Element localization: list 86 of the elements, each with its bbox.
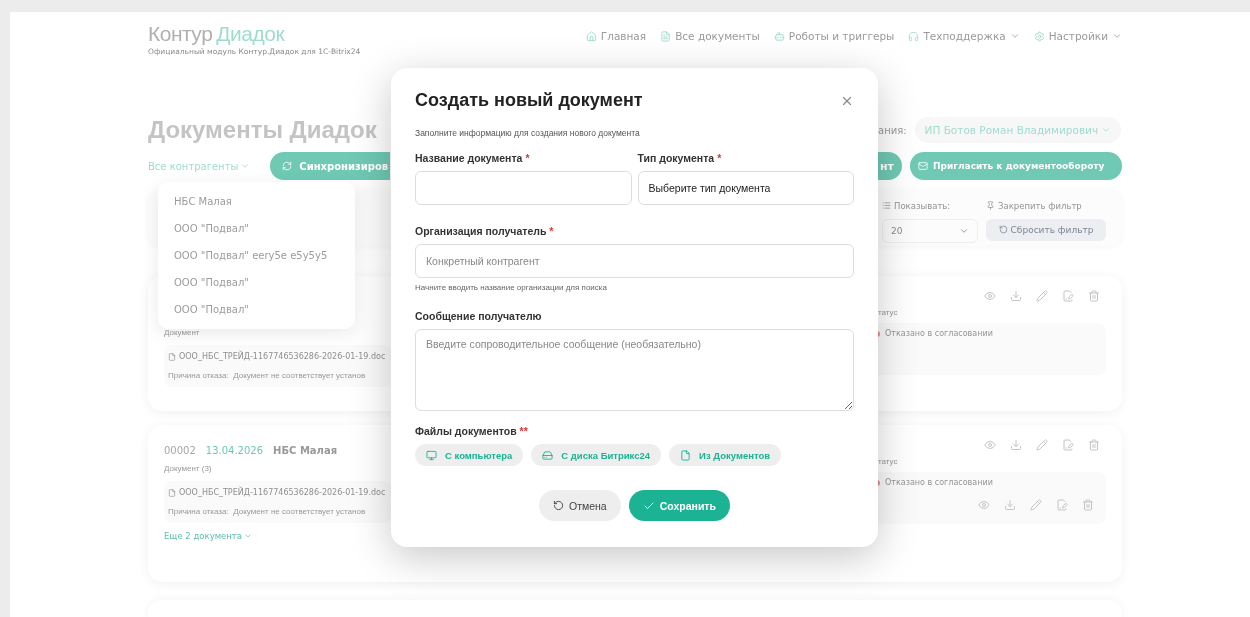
mail-icon [918,161,928,171]
input-field[interactable] [415,171,632,205]
dialog-title: Создать новый документ [415,90,643,111]
refresh-icon [282,161,293,171]
document-icon [660,30,672,42]
menu-item[interactable]: ООО "Подвал" [158,269,355,296]
sync-button[interactable]: Синхронизиров [270,152,390,180]
partial-button[interactable]: нт [878,152,902,180]
download-icon[interactable] [1010,290,1022,302]
per-page-select[interactable]: 20 [882,218,978,243]
file-icon [168,352,176,361]
nav-link[interactable]: Главная [585,30,647,42]
list-icon [882,201,891,211]
menu-item[interactable]: НБС Малая [158,188,355,215]
pencil-icon[interactable] [1036,290,1048,302]
organization-label: ания: [878,124,907,136]
eye-icon[interactable] [978,499,990,511]
counterparty-name: НБС Малая [273,445,338,456]
pin-filter-link[interactable]: Закрепить фильтр [986,199,1106,213]
trash-icon[interactable] [1088,290,1100,302]
input-field[interactable]: Конкретный контрагент [415,244,854,278]
settings-icon [1033,30,1045,42]
document-date: 13.04.2026 [205,445,264,456]
trash-icon[interactable] [1082,499,1094,511]
chevron-down-icon [1101,125,1112,135]
field-hint: Начните вводить название организации для поиска [415,283,608,292]
document-number: 00002 [164,445,196,456]
document-count-label: Документ [164,328,201,337]
file-icon [168,488,176,497]
field-label: Тип документа * [637,152,723,164]
logo-accent-text: Диадок [216,22,285,46]
invite-button[interactable]: Пригласить к документообороту [910,152,1122,180]
nav-link[interactable]: Роботы и триггеры [773,30,895,42]
monitor-icon [426,449,437,461]
pencil-icon[interactable] [1036,439,1048,451]
chevron-down-icon [244,532,253,540]
chevron-down-icon [240,161,251,171]
dialog-subtitle: Заполните информацию для создания нового документа [415,128,641,138]
organization-select[interactable]: ИП Ботов Роман Владимирович [914,117,1122,143]
eye-icon[interactable] [984,439,996,451]
home-icon [585,30,597,42]
sign-document-icon[interactable] [1056,499,1068,511]
nav-link[interactable]: Настройки [1033,30,1122,42]
file-source-button[interactable]: Из Документов [669,444,782,466]
headset-icon [908,30,920,42]
pencil-icon[interactable] [1030,499,1042,511]
file-name[interactable]: ООО_НБС_ТРЕЙД-1167746536286-2026-01-19.doc [168,352,388,361]
pin-icon [986,201,995,211]
counterparty-filter[interactable]: Все контрагенты [148,160,251,172]
message-field[interactable]: Введите сопроводительное сообщение (необязательно) [415,329,854,411]
field-label: Название документа * [415,152,531,164]
drive-icon [542,449,554,461]
document-type-select[interactable]: Выберите тип документа [637,171,854,205]
save-button[interactable]: Сохранить [628,490,730,521]
nav-link[interactable]: Все документы [660,30,760,42]
undo-icon [998,225,1008,234]
file-name[interactable]: ООО_НБС_ТРЕЙД-1167746536286-2026-01-19.doc [168,488,388,497]
menu-item[interactable]: ООО "Подвал" [158,296,355,323]
download-icon[interactable] [1004,499,1016,511]
robot-icon [773,30,785,42]
file-source-button[interactable]: С компьютера [415,444,524,466]
sign-document-icon[interactable] [1062,439,1074,451]
field-label: Сообщение получателю [415,310,543,322]
field-label: Файлы документов ** [415,425,529,437]
menu-item[interactable]: ООО "Подвал" eery5e e5y5y5 [158,242,355,269]
rejection-reason: Причина отказа: Документ не соответствует установ [168,507,367,516]
undo-icon [553,500,565,511]
reset-filter-button[interactable]: Сбросить фильтр [986,218,1106,241]
logo-text: Контур [148,22,213,46]
trash-icon[interactable] [1088,439,1100,451]
rejection-reason: Причина отказа: Документ не соответствует установ [168,371,367,380]
menu-item[interactable]: ООО "Подвал" [158,215,355,242]
eye-icon[interactable] [984,290,996,302]
download-icon[interactable] [1010,439,1022,451]
page-title: Документы Диадок [148,116,377,144]
cancel-button[interactable]: Отмена [539,490,621,521]
field-label: Организация получатель * [415,225,555,237]
status-label: татус [878,457,899,466]
sign-document-icon[interactable] [1062,290,1074,302]
more-documents-link[interactable]: Еще 2 документа [164,531,392,541]
show-label: Показывать: [882,199,978,213]
file-source-button[interactable]: С диска Битрикс24 [531,444,662,466]
status-label: татус [878,308,899,317]
nav-link[interactable]: Техподдержка [908,30,1020,42]
document-count-label: Документ (3) [164,464,213,473]
file-icon [680,449,692,461]
